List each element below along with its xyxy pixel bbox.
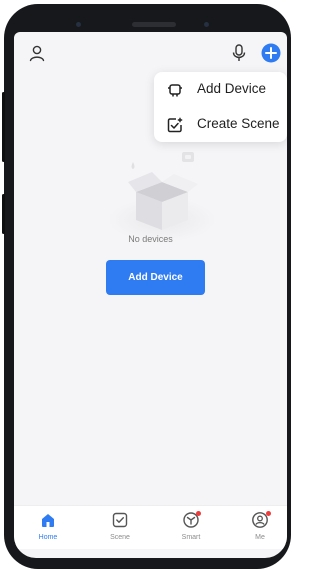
device-add-icon (167, 82, 183, 98)
phone-frame: No devices Add Device Add Device Create … (2, 4, 291, 569)
menu-item-create-scene[interactable]: Create Scene (154, 107, 287, 142)
tab-label: Scene (110, 534, 130, 541)
menu-item-add-device[interactable]: Add Device (154, 72, 287, 107)
tab-me[interactable]: Me (235, 511, 285, 547)
tab-label: Home (38, 534, 58, 541)
app-screen: No devices Add Device Add Device Create … (14, 32, 287, 558)
smart-badge (196, 511, 201, 516)
add-plus-icon[interactable] (260, 42, 282, 64)
phone-speaker (132, 22, 176, 27)
tab-label: Smart (181, 534, 201, 541)
tab-label: Me (255, 534, 265, 541)
scene-create-icon (167, 117, 183, 133)
add-dropdown-menu: Add Device Create Scene (154, 72, 287, 142)
phone-side-button (2, 194, 5, 234)
tab-home[interactable]: Home (23, 511, 73, 547)
scene-check-icon (111, 511, 129, 529)
phone-side-button (2, 92, 5, 162)
tab-scene[interactable]: Scene (95, 511, 145, 547)
tab-smart[interactable]: Smart (166, 511, 216, 547)
phone-sensor (76, 22, 81, 27)
menu-item-label: Create Scene (197, 116, 280, 131)
home-icon (39, 511, 57, 529)
microphone-icon[interactable] (228, 42, 250, 64)
add-device-button[interactable]: Add Device (106, 260, 205, 295)
bottom-tab-bar: Home Scene Smart Me (14, 505, 287, 549)
phone-camera (204, 22, 209, 27)
empty-message: No devices (128, 234, 173, 244)
menu-item-label: Add Device (197, 81, 267, 96)
profile-icon[interactable] (26, 42, 48, 64)
me-badge (266, 511, 271, 516)
